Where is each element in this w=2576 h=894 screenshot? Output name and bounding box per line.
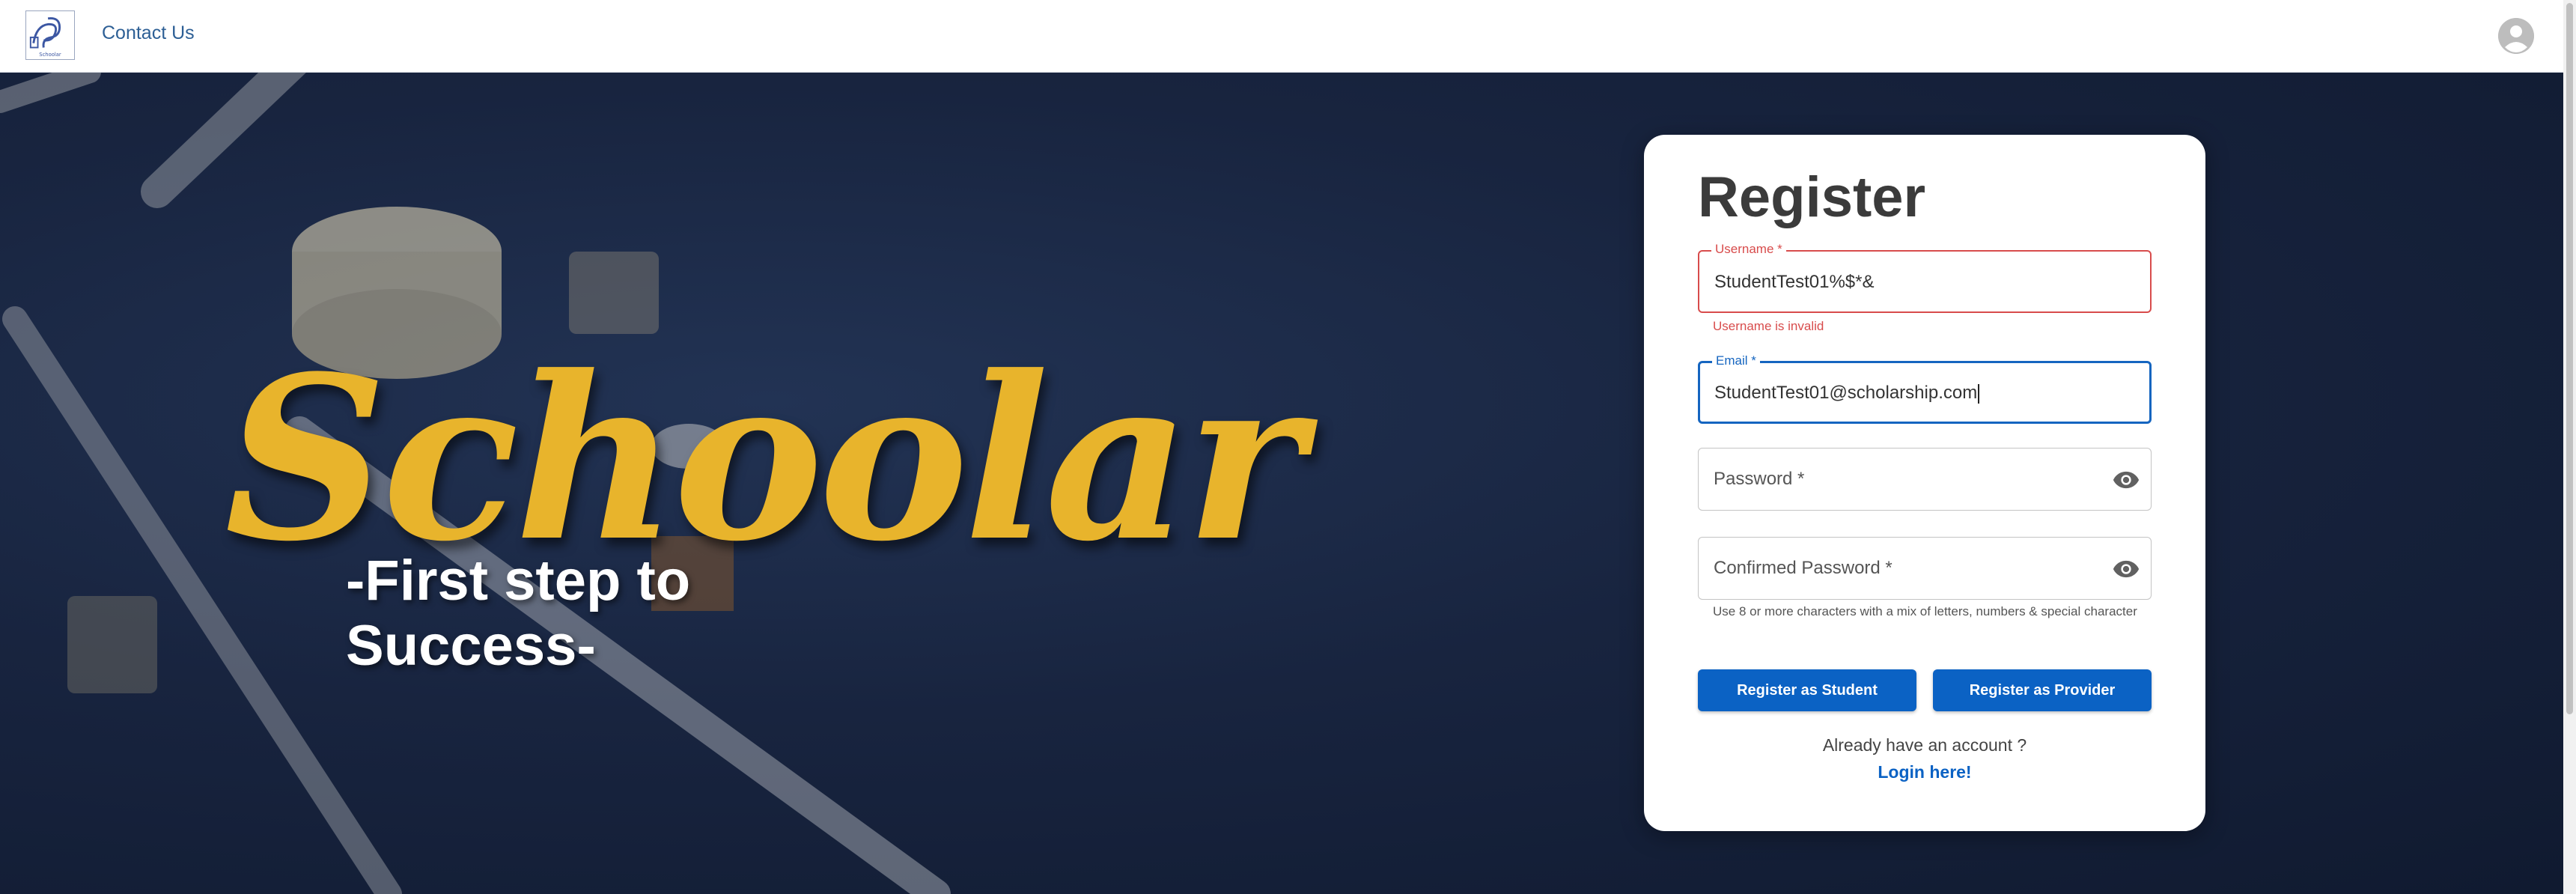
password-field[interactable]: Password * (1698, 448, 2152, 511)
username-value: StudentTest01%$*& (1714, 272, 1875, 292)
login-link[interactable]: Login here! (1644, 762, 2205, 782)
account-circle-icon[interactable] (2498, 18, 2534, 54)
eye-icon[interactable] (2112, 555, 2140, 583)
scrollbar-thumb[interactable] (2566, 3, 2573, 714)
logo-label: Schoolar (39, 52, 61, 58)
password-hint: Use 8 or more characters with a mix of l… (1713, 604, 2137, 618)
username-label: Username * (1711, 242, 1786, 257)
confirm-password-placeholder: Confirmed Password * (1714, 558, 1893, 578)
text-caret (1978, 383, 1980, 404)
register-provider-button[interactable]: Register as Provider (1933, 669, 2152, 711)
username-error: Username is invalid (1713, 319, 1824, 333)
password-placeholder: Password * (1714, 469, 1805, 489)
email-label: Email * (1712, 353, 1760, 368)
schoolar-logo[interactable]: Schoolar (25, 10, 75, 60)
already-account-text: Already have an account ? (1822, 735, 2027, 755)
register-card: Register Username * StudentTest01%$*& Us… (1644, 135, 2205, 831)
top-nav-bar: Schoolar Contact Us (0, 0, 2576, 73)
register-student-button[interactable]: Register as Student (1698, 669, 1916, 711)
confirm-password-field[interactable]: Confirmed Password * (1698, 537, 2152, 600)
username-field[interactable]: Username * StudentTest01%$*& (1698, 242, 2152, 313)
email-value: StudentTest01@scholarship.com (1714, 383, 1978, 403)
register-title: Register (1698, 165, 1926, 229)
contact-us-link[interactable]: Contact Us (102, 22, 195, 44)
email-field[interactable]: Email * StudentTest01@scholarship.com (1698, 353, 2152, 424)
hero-tagline: -First step to Success- (346, 549, 691, 678)
page-scrollbar[interactable] (2563, 0, 2576, 894)
email-value-wrap: StudentTest01@scholarship.com (1714, 383, 1980, 404)
eye-icon[interactable] (2112, 466, 2140, 494)
